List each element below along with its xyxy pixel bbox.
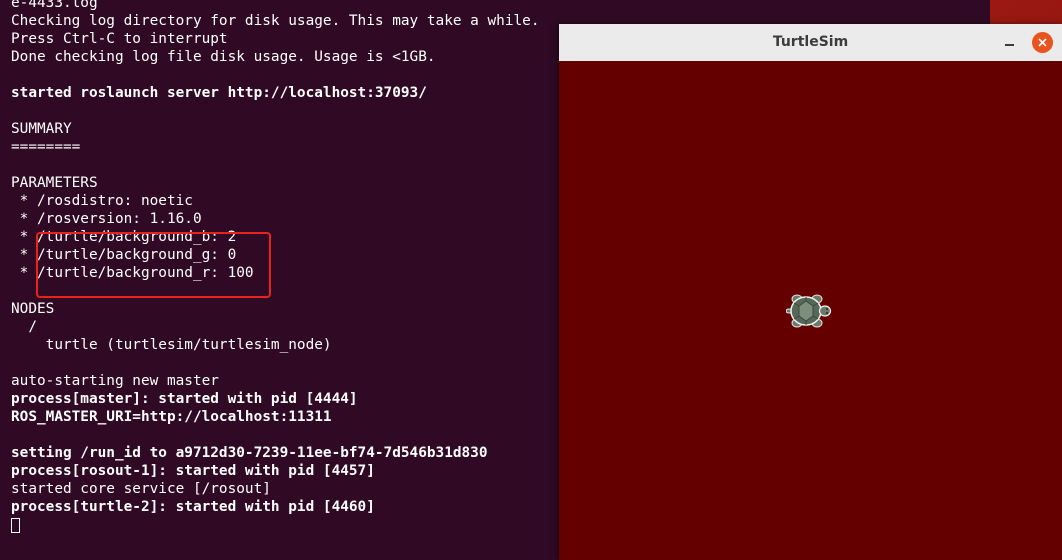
terminal-line: Done checking log file disk usage. Usage…	[11, 49, 436, 65]
terminal-line: /	[11, 319, 37, 335]
turtlesim-window[interactable]: TurtleSim	[559, 24, 1062, 560]
terminal-line: Press Ctrl-C to interrupt	[11, 31, 228, 47]
terminal-line: started core service [/rosout]	[11, 481, 271, 497]
terminal-line: ========	[11, 139, 81, 155]
parameter-highlight-box	[36, 232, 271, 298]
close-icon[interactable]	[1032, 32, 1053, 53]
terminal-line: process[master]: started with pid [4444]	[11, 391, 358, 407]
close-x-glyph	[1038, 38, 1047, 47]
terminal-line: PARAMETERS	[11, 175, 98, 191]
terminal-line: SUMMARY	[11, 121, 72, 137]
turtlesim-canvas[interactable]	[559, 61, 1062, 560]
terminal-line: NODES	[11, 301, 55, 317]
turtle-icon	[786, 294, 832, 328]
terminal-line: process[turtle-2]: started with pid [446…	[11, 499, 375, 515]
turtlesim-titlebar[interactable]: TurtleSim	[559, 24, 1062, 62]
terminal-line: started roslaunch server http://localhos…	[11, 85, 427, 101]
terminal-line: process[rosout-1]: started with pid [445…	[11, 463, 375, 479]
terminal-line: ROS_MASTER_URI=http://localhost:11311	[11, 409, 332, 425]
terminal-line: setting /run_id to a9712d30-7239-11ee-bf…	[11, 445, 488, 461]
minimize-icon[interactable]	[1003, 32, 1017, 46]
terminal-line: * /rosversion: 1.16.0	[11, 211, 202, 227]
terminal-cursor-line	[11, 516, 540, 534]
cursor	[11, 518, 20, 533]
terminal-line: e-4433.log	[11, 0, 98, 11]
window-title: TurtleSim	[772, 34, 849, 50]
terminal-line: * /rosdistro: noetic	[11, 193, 193, 209]
terminal-line: turtle (turtlesim/turtlesim_node)	[11, 337, 332, 353]
terminal-line: auto-starting new master	[11, 373, 219, 389]
terminal-line: Checking log directory for disk usage. T…	[11, 13, 540, 29]
